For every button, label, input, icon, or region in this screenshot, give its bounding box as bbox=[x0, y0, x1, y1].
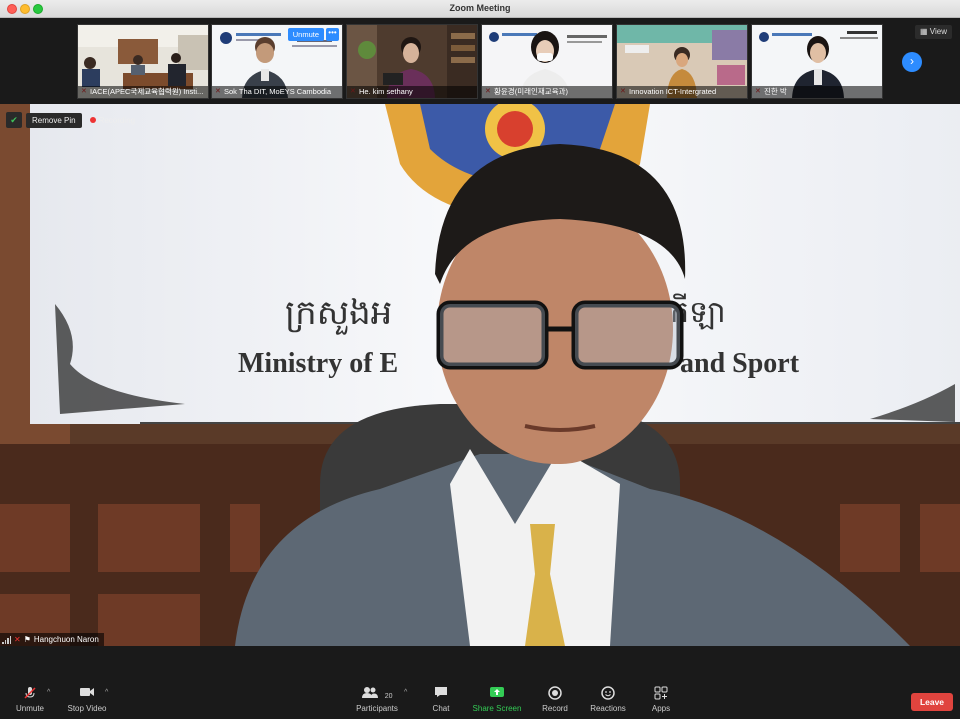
remove-pin-button[interactable]: Remove Pin bbox=[26, 112, 82, 128]
video-options-caret[interactable]: ^ bbox=[105, 689, 108, 696]
pin-icon: ⚑ bbox=[23, 635, 31, 644]
speaker-name: Hangchuon Naron bbox=[33, 635, 99, 644]
speaker-video-frame: ក្រសួងអ កីឡា Ministry of E and Sport bbox=[0, 104, 960, 646]
participant-name: He. kim sethany bbox=[347, 86, 477, 98]
participant-thumb-5[interactable]: ✕ Innovation ICT-Intergrated bbox=[616, 24, 748, 99]
reactions-button[interactable]: Reactions bbox=[588, 686, 628, 713]
view-button[interactable]: ▦ View bbox=[915, 25, 952, 39]
recording-indicator: Recording bbox=[89, 115, 136, 125]
signal-bars-icon bbox=[2, 635, 11, 644]
meeting-controls: Unmute ^ Stop Video ^ 20 Participants ^ … bbox=[0, 646, 960, 719]
chat-button[interactable]: Chat bbox=[428, 686, 454, 713]
stop-video-button[interactable]: Stop Video bbox=[65, 686, 109, 713]
participant-strip: ✕ IACE(APEC국제교육협력원) Insti... Unmute ••• … bbox=[0, 18, 960, 104]
participant-thumb-3[interactable]: ✕ He. kim sethany bbox=[346, 24, 478, 99]
participants-label: Participants bbox=[356, 704, 398, 713]
audio-options-caret[interactable]: ^ bbox=[47, 689, 50, 696]
pin-overlay: ✔ Remove Pin Recording bbox=[6, 112, 135, 128]
record-label: Record bbox=[542, 704, 568, 713]
participant-thumb-6[interactable]: ✕ 진한 박 bbox=[751, 24, 883, 99]
participants-button[interactable]: 20 Participants bbox=[353, 686, 401, 713]
reactions-label: Reactions bbox=[590, 704, 626, 713]
video-camera-icon bbox=[65, 686, 109, 700]
record-button[interactable]: Record bbox=[538, 686, 572, 713]
speaker-name-tag: ✕ ⚑ Hangchuon Naron bbox=[0, 633, 104, 646]
share-screen-icon bbox=[471, 686, 523, 700]
participant-thumb-2[interactable]: Unmute ••• ✕ Sok Tha DIT, MoEYS Cambodia bbox=[211, 24, 343, 99]
participants-count: 20 bbox=[384, 693, 393, 700]
participant-name: Innovation ICT-Intergrated bbox=[617, 86, 747, 98]
muted-mic-icon: ✕ bbox=[14, 635, 21, 644]
shield-icon: ✔ bbox=[6, 112, 22, 128]
emoji-icon bbox=[588, 686, 628, 700]
participant-name: IACE(APEC국제교육협력원) Insti... bbox=[78, 86, 208, 98]
unmute-button[interactable]: Unmute bbox=[14, 686, 46, 713]
chat-label: Chat bbox=[432, 704, 450, 713]
unmute-participant-button[interactable]: Unmute bbox=[287, 28, 324, 41]
banner-english-text-left: Ministry of E bbox=[238, 348, 398, 379]
active-speaker-video: ក្រសួងអ កីឡា Ministry of E and Sport ✔ R… bbox=[0, 104, 960, 646]
apps-label: Apps bbox=[651, 704, 671, 713]
more-options-button[interactable]: ••• bbox=[326, 28, 339, 41]
muted-mic-icon bbox=[14, 686, 46, 700]
participant-name: 진한 박 bbox=[752, 86, 882, 98]
window-titlebar: Zoom Meeting bbox=[0, 0, 960, 18]
recording-dot-icon bbox=[89, 117, 96, 123]
unmute-label: Unmute bbox=[15, 704, 44, 713]
participants-options-caret[interactable]: ^ bbox=[404, 689, 407, 696]
participant-name: 황윤경(미래인재교육과) bbox=[482, 86, 612, 98]
grid-icon: ▦ bbox=[920, 27, 928, 36]
apps-icon bbox=[648, 686, 674, 700]
participant-thumb-1[interactable]: ✕ IACE(APEC국제교육협력원) Insti... bbox=[77, 24, 209, 99]
banner-english-text-right: and Sport bbox=[680, 348, 800, 379]
leave-meeting-button[interactable]: Leave bbox=[911, 693, 953, 711]
recording-label: Recording bbox=[98, 115, 136, 125]
apps-button[interactable]: Apps bbox=[648, 686, 674, 713]
next-page-button[interactable]: › bbox=[902, 52, 922, 72]
view-label: View bbox=[929, 27, 947, 36]
participants-icon: 20 bbox=[353, 686, 401, 700]
record-icon bbox=[538, 686, 572, 700]
banner-khmer-text: ក្រសួងអ bbox=[285, 293, 392, 335]
chat-bubble-icon bbox=[428, 686, 454, 700]
window-title: Zoom Meeting bbox=[449, 3, 511, 13]
share-screen-button[interactable]: Share Screen bbox=[471, 686, 523, 713]
share-screen-label: Share Screen bbox=[472, 704, 522, 713]
stop-video-label: Stop Video bbox=[67, 704, 107, 713]
participant-name: Sok Tha DIT, MoEYS Cambodia bbox=[212, 86, 342, 98]
participant-thumb-4[interactable]: ✕ 황윤경(미래인재교육과) bbox=[481, 24, 613, 99]
